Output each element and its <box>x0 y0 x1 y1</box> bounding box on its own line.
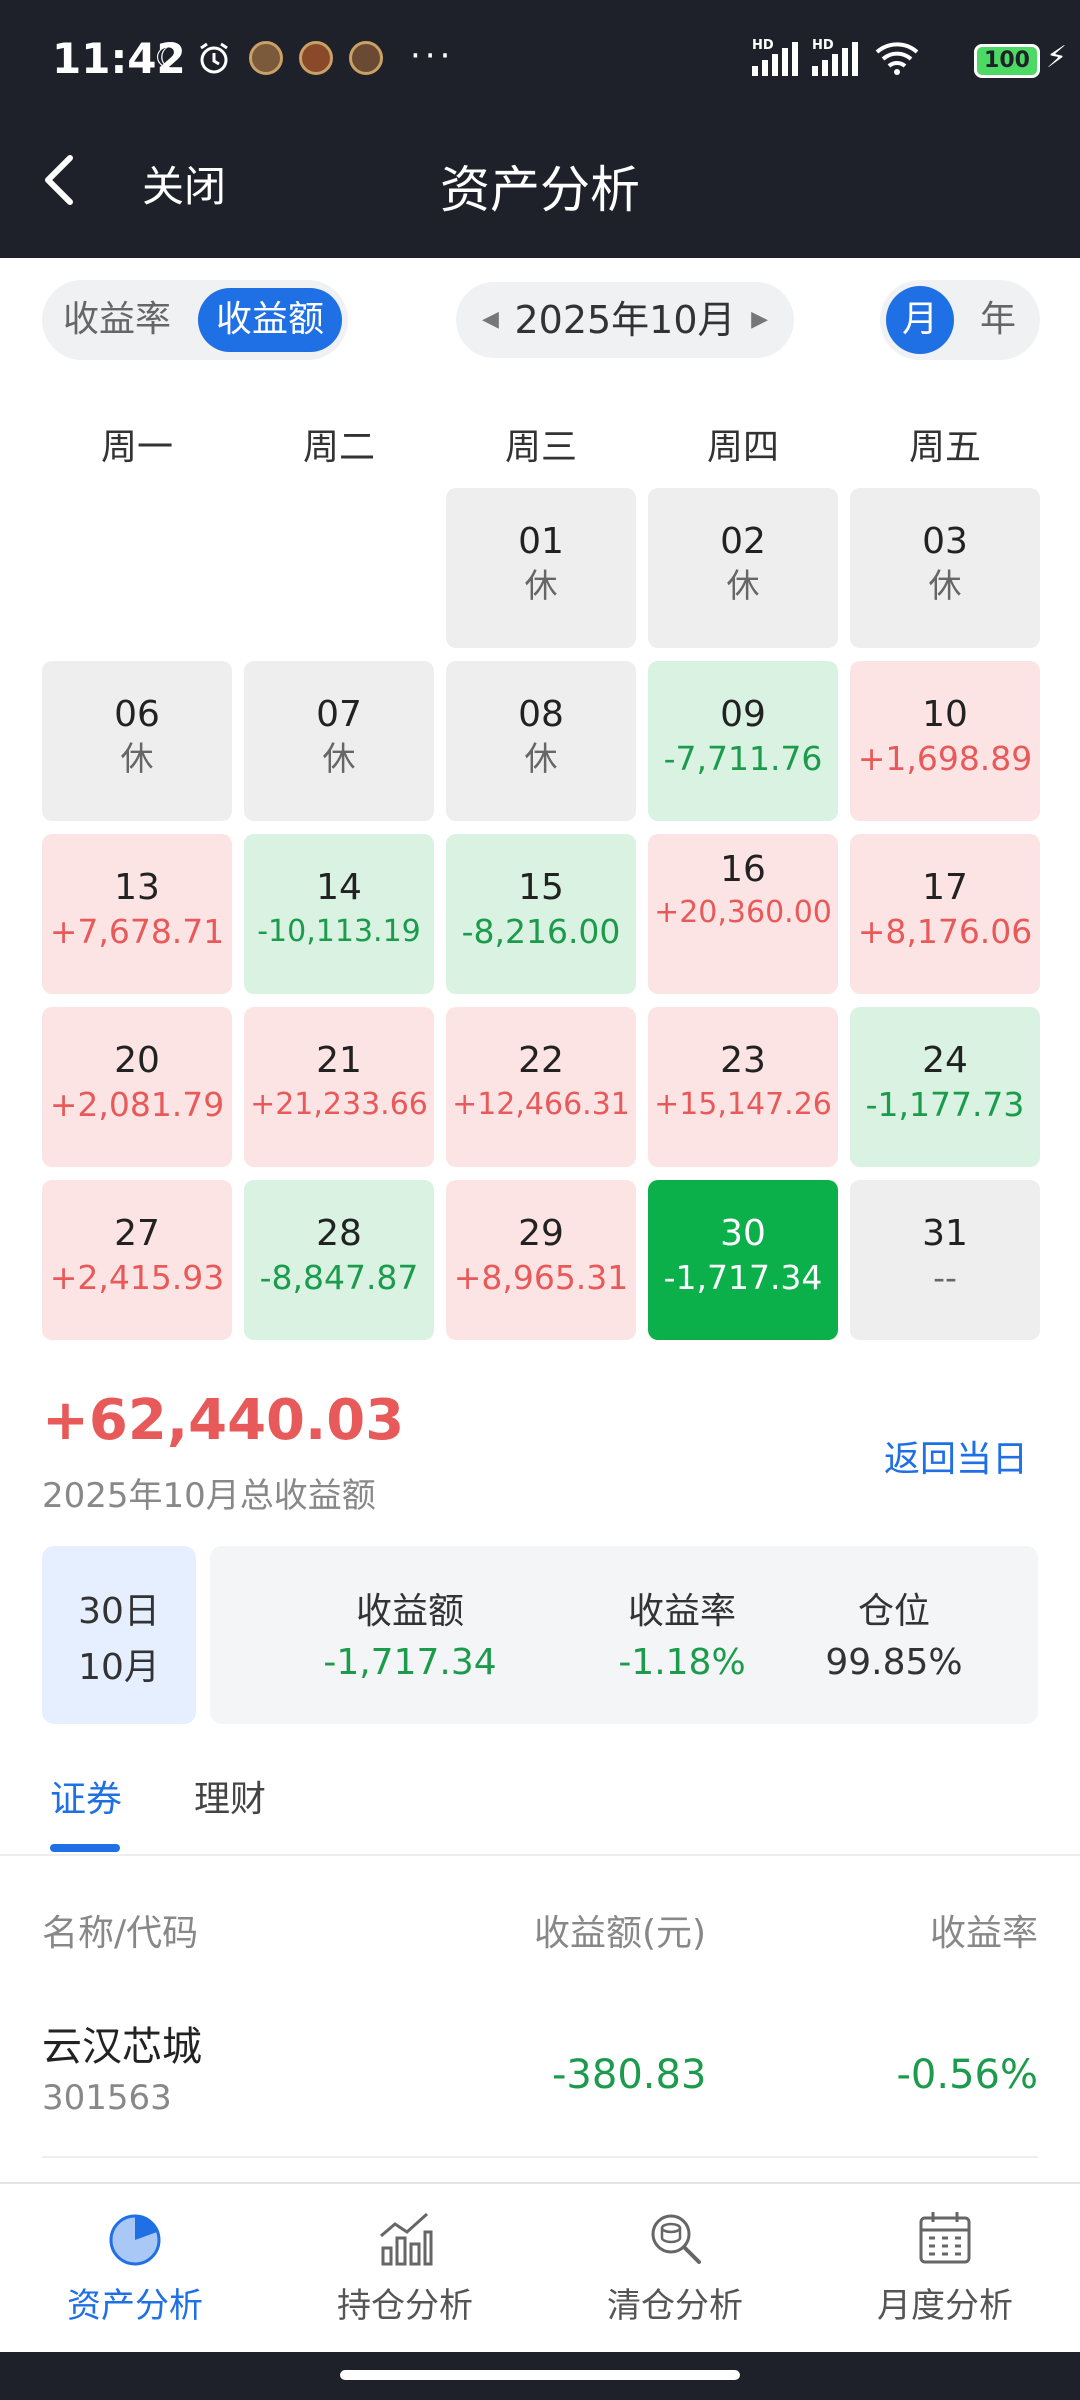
nav-holding-analysis[interactable]: 持仓分析 <box>270 2208 540 2327</box>
period-toggle: 月 年 <box>880 280 1040 360</box>
signal-icon <box>812 42 858 76</box>
tab-securities[interactable]: 证券 <box>50 1770 122 1822</box>
calendar-day[interactable]: 07 休 <box>244 661 434 821</box>
pie-chart-icon <box>109 2214 161 2266</box>
nav-clearance-analysis[interactable]: 清仓分析 <box>540 2208 810 2327</box>
day-stats-panel: 收益额 -1,717.34 收益率 -1.18% 仓位 99.85% <box>210 1546 1038 1724</box>
nav-monthly-analysis[interactable]: 月度分析 <box>810 2208 1080 2327</box>
calendar-day[interactable]: 01 休 <box>446 488 636 648</box>
bar-trend-icon <box>380 2212 433 2266</box>
calendar-icon <box>919 2212 971 2264</box>
nav-asset-analysis[interactable]: 资产分析 <box>0 2208 270 2327</box>
calendar-day[interactable]: 03 休 <box>850 488 1040 648</box>
month-total-caption: 2025年10月总收益额 <box>42 1476 376 1516</box>
calendar-day[interactable]: 16 +20,360.00 <box>648 834 838 994</box>
selected-month: 10月 <box>78 1647 160 1688</box>
calendar-day[interactable]: 24 -1,177.73 <box>850 1007 1040 1167</box>
calendar-day[interactable]: 10 +1,698.89 <box>850 661 1040 821</box>
calendar-day[interactable]: 23 +15,147.26 <box>648 1007 838 1167</box>
wifi-icon <box>872 40 922 76</box>
tab-wealth-management[interactable]: 理财 <box>194 1770 266 1822</box>
weekday-header: 周一 周二 周三 周四 周五 <box>42 418 1042 478</box>
calendar-day[interactable]: 22 +12,466.31 <box>446 1007 636 1167</box>
app-notification-icon <box>348 40 384 76</box>
charging-icon: ⚡ <box>1046 40 1068 75</box>
calendar-day[interactable]: 20 +2,081.79 <box>42 1007 232 1167</box>
column-header-name: 名称/代码 <box>42 1913 199 1954</box>
app-notification-icon <box>298 40 334 76</box>
selected-day: 30日 <box>78 1591 160 1632</box>
tab-year[interactable]: 年 <box>964 286 1032 354</box>
calendar-day[interactable]: 17 +8,176.06 <box>850 834 1040 994</box>
bottom-navigation: 资产分析 持仓分析 清仓分析 月度分析 <box>0 2182 1080 2352</box>
more-notifications-icon: ··· <box>410 36 455 76</box>
calendar-day[interactable]: 31 -- <box>850 1180 1040 1340</box>
list-item[interactable]: 云汉芯城 301563 -380.83 -0.56% <box>42 2000 1038 2158</box>
metric-toggle: 收益率 收益额 <box>42 280 348 360</box>
calendar-day[interactable]: 28 -8,847.87 <box>244 1180 434 1340</box>
list-header: 名称/代码 收益额(元) 收益率 <box>0 1904 1080 1964</box>
top-bar: 11:42 ☾ ··· HD HD 100 ⚡ 关闭 资产分析 <box>0 0 1080 258</box>
month-label[interactable]: 2025年10月 <box>456 282 794 358</box>
weekday-label: 周四 <box>706 427 779 468</box>
weekday-label: 周一 <box>100 427 173 468</box>
calendar-day[interactable]: 15 -8,216.00 <box>446 834 636 994</box>
system-nav-area <box>0 2352 1080 2400</box>
stock-amount: -380.83 <box>552 2052 707 2098</box>
next-month-icon[interactable]: ▶ <box>751 282 768 358</box>
tab-indicator <box>50 1844 120 1852</box>
stat-rate: 收益率 -1.18% <box>618 1591 746 1683</box>
weekday-label: 周五 <box>908 427 981 468</box>
back-to-today-link[interactable]: 返回当日 <box>884 1430 1028 1482</box>
column-header-rate[interactable]: 收益率 <box>930 1904 1038 1956</box>
app-notification-icon <box>248 40 284 76</box>
calendar-day[interactable]: 09 -7,711.76 <box>648 661 838 821</box>
tab-month[interactable]: 月 <box>886 286 954 354</box>
calendar-day[interactable]: 29 +8,965.31 <box>446 1180 636 1340</box>
signal-icon <box>752 42 798 76</box>
calendar-day[interactable]: 08 休 <box>446 661 636 821</box>
battery-icon: 100 <box>974 44 1040 78</box>
alarm-icon <box>196 40 232 76</box>
tab-yield-amount[interactable]: 收益额 <box>198 288 342 352</box>
stock-rate: -0.56% <box>896 2052 1038 2098</box>
calendar-day[interactable]: 27 +2,415.93 <box>42 1180 232 1340</box>
calendar-day[interactable]: 21 +21,233.66 <box>244 1007 434 1167</box>
stat-amount: 收益额 -1,717.34 <box>323 1591 497 1683</box>
calendar-day-selected[interactable]: 30 -1,717.34 <box>648 1180 838 1340</box>
stock-name: 云汉芯城 <box>42 2024 202 2070</box>
moon-icon: ☾ <box>154 40 182 76</box>
month-selector: ◀ 2025年10月 ▶ <box>456 282 794 358</box>
calendar-day[interactable]: 02 休 <box>648 488 838 648</box>
calendar-day[interactable]: 06 休 <box>42 661 232 821</box>
selected-date-badge: 30日 10月 <box>42 1546 196 1724</box>
asset-tabs: 证券 理财 <box>0 1760 1080 1856</box>
stat-position: 仓位 99.85% <box>825 1591 963 1683</box>
month-total-amount: +62,440.03 <box>42 1388 405 1453</box>
stock-code: 301563 <box>42 2078 172 2118</box>
calendar-day[interactable]: 14 -10,113.19 <box>244 834 434 994</box>
status-bar: 11:42 ☾ ··· HD HD 100 ⚡ <box>0 0 1080 120</box>
tab-yield-rate[interactable]: 收益率 <box>52 288 182 352</box>
home-indicator[interactable] <box>340 2370 740 2380</box>
coin-search-icon <box>651 2214 701 2264</box>
page-title: 资产分析 <box>440 161 640 219</box>
column-header-amount[interactable]: 收益额(元) <box>534 1904 706 1956</box>
weekday-label: 周二 <box>302 427 375 468</box>
weekday-label: 周三 <box>504 427 577 468</box>
calendar-day[interactable]: 13 +7,678.71 <box>42 834 232 994</box>
